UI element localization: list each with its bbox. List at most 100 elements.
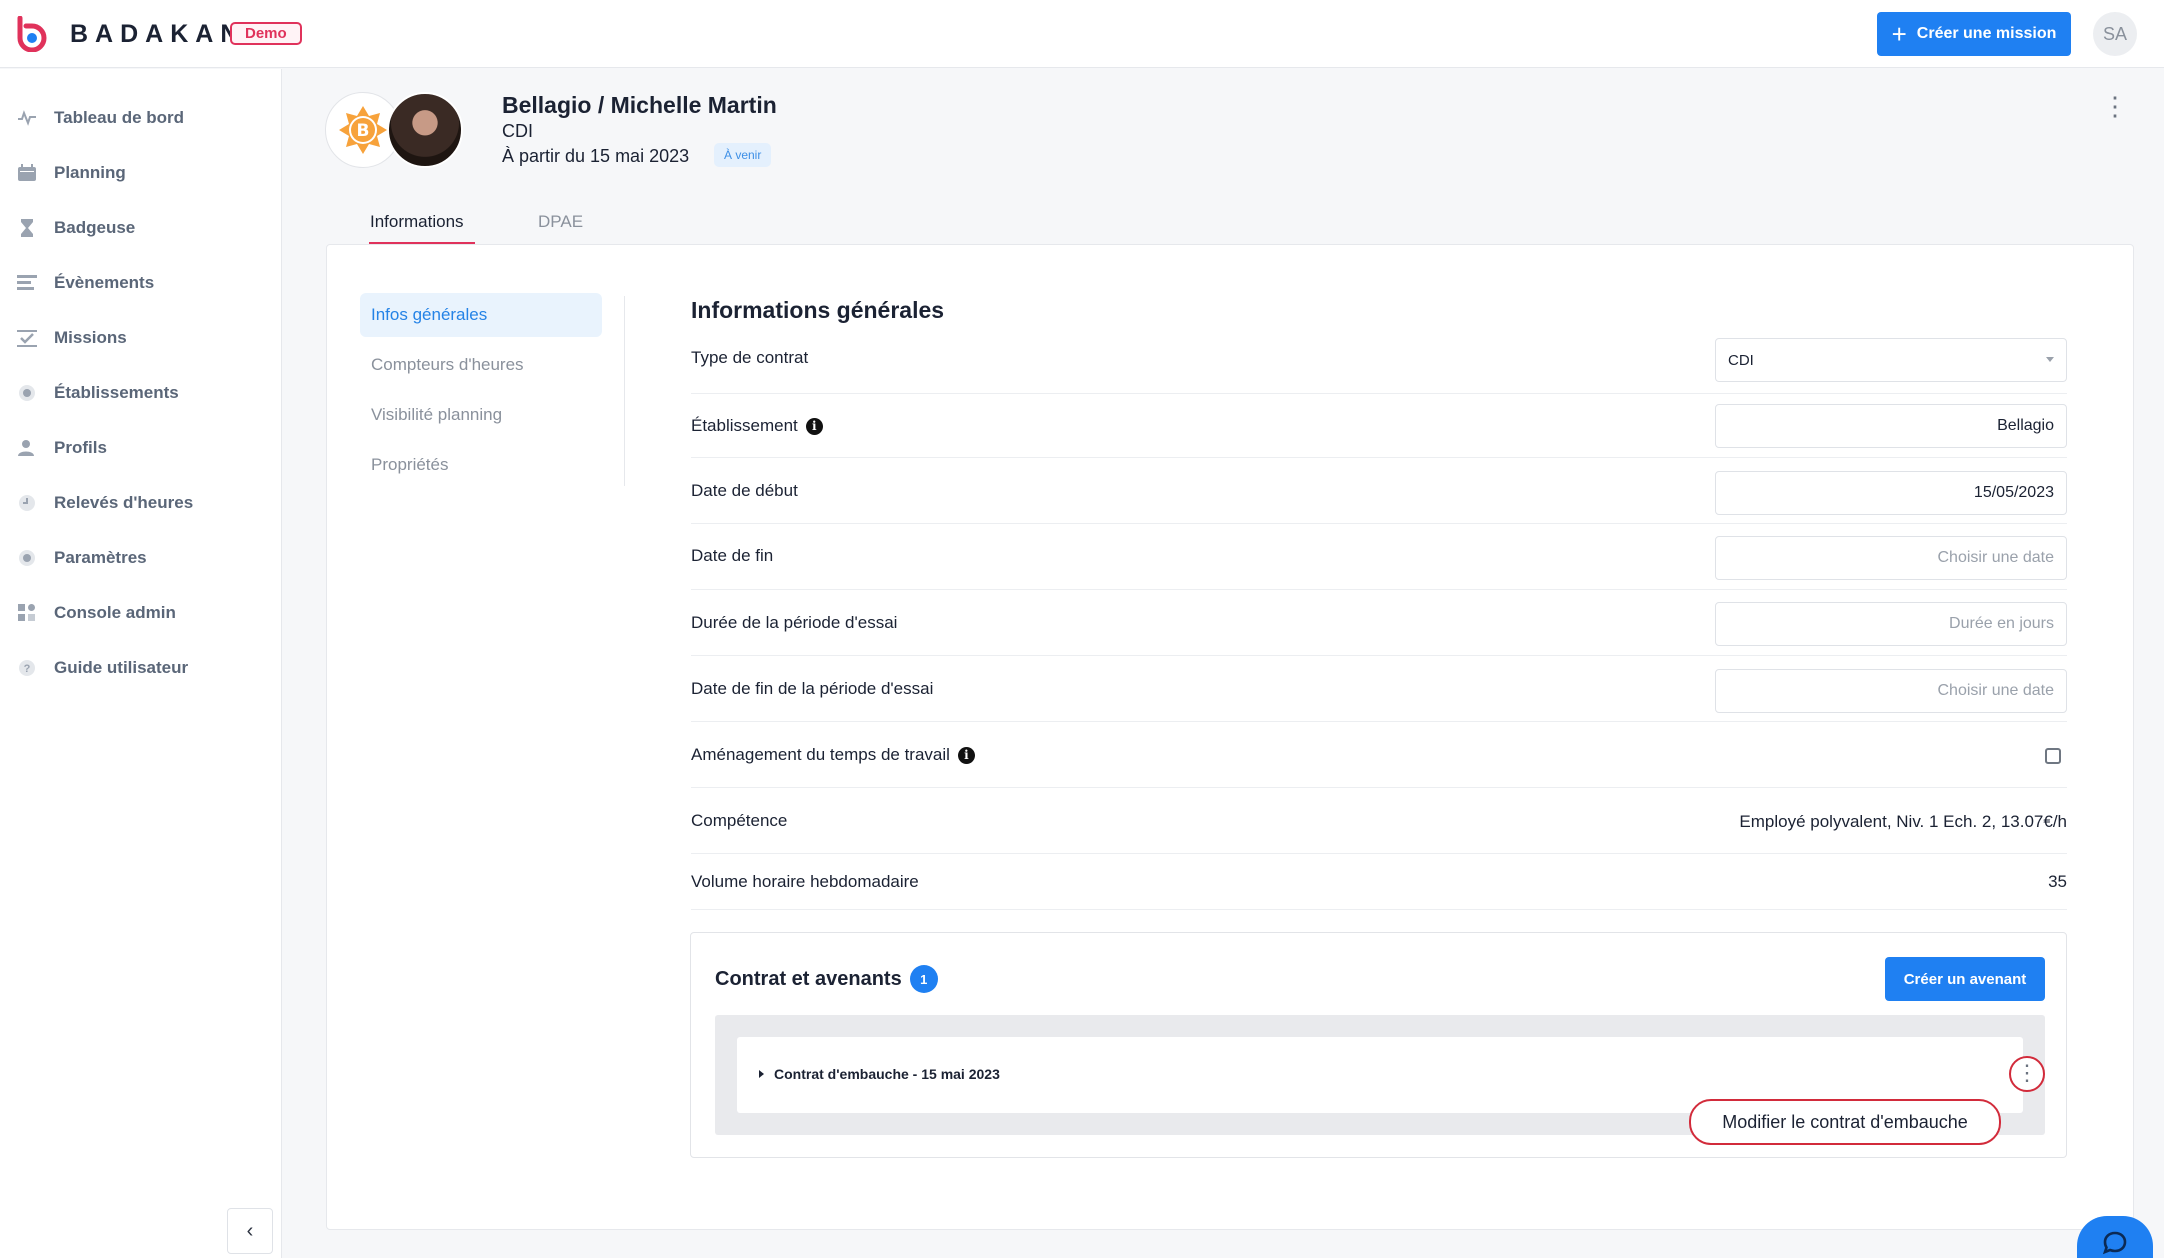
plus-icon: + — [1891, 19, 1907, 49]
sidebar-item-label: Missions — [54, 328, 127, 347]
sidebar-item-missions[interactable]: Missions — [16, 321, 127, 355]
collapse-sidebar-button[interactable]: ‹ — [227, 1208, 273, 1254]
establishment-label-text: Établissement — [691, 416, 798, 435]
chat-button[interactable] — [2077, 1216, 2153, 1258]
row-contract-type: Type de contrat CDI — [691, 336, 2067, 394]
contract-item-label[interactable]: Contrat d'embauche - 15 mai 2023 — [759, 1066, 1000, 1082]
subnav-item-planning-visibility[interactable]: Visibilité planning — [360, 393, 602, 437]
clock-icon — [16, 492, 38, 514]
sidebar-item-establishments[interactable]: Établissements — [16, 376, 179, 410]
brand-name: BADAKAN — [70, 20, 246, 48]
row-work-time: Aménagement du temps de travail i — [691, 722, 2067, 788]
row-trial-duration: Durée de la période d'essai Durée en jou… — [691, 590, 2067, 656]
sidebar-item-admin-console[interactable]: Console admin — [16, 596, 176, 630]
employee-avatar — [387, 92, 463, 168]
work-time-label: Aménagement du temps de travail i — [691, 745, 975, 765]
location-icon — [16, 382, 38, 404]
work-time-label-text: Aménagement du temps de travail — [691, 745, 950, 764]
contracts-title-text: Contrat et avenants — [715, 967, 902, 990]
sidebar-item-planning[interactable]: Planning — [16, 156, 126, 190]
sidebar: Tableau de bord Planning Badgeuse Évènem… — [0, 69, 282, 1258]
svg-text:?: ? — [24, 663, 31, 675]
sidebar-item-label: Relevés d'heures — [54, 493, 194, 512]
calendar-icon — [16, 162, 38, 184]
trial-end-label: Date de fin de la période d'essai — [691, 679, 934, 698]
trial-duration-field[interactable]: Durée en jours — [1715, 602, 2067, 646]
end-date-field[interactable]: Choisir une date — [1715, 536, 2067, 580]
create-mission-button[interactable]: + Créer une mission — [1877, 12, 2071, 56]
sidebar-item-profiles[interactable]: Profils — [16, 431, 107, 465]
row-skill: Compétence Employé polyvalent, Niv. 1 Ec… — [691, 788, 2067, 854]
sidebar-item-dashboard[interactable]: Tableau de bord — [16, 101, 184, 135]
contracts-count-badge: 1 — [909, 965, 938, 993]
list-icon — [16, 272, 38, 294]
sidebar-item-settings[interactable]: Paramètres — [16, 541, 147, 575]
sidebar-item-badgeuse[interactable]: Badgeuse — [16, 211, 135, 245]
top-bar: BADAKAN Demo + Créer une mission SA — [0, 0, 2164, 68]
sidebar-item-events[interactable]: Évènements — [16, 266, 154, 300]
contract-type-label: Type de contrat — [691, 348, 809, 367]
divider — [624, 296, 625, 486]
employee-contract-type: CDI — [502, 121, 533, 141]
contract-type-select[interactable]: CDI — [1715, 338, 2067, 382]
row-trial-end: Date de fin de la période d'essai Choisi… — [691, 656, 2067, 722]
tab-dpae[interactable]: DPAE — [538, 212, 583, 232]
establishment-label: Établissement i — [691, 416, 823, 436]
weekly-hours-value: 35 — [2048, 872, 2067, 891]
sidebar-item-label: Évènements — [54, 273, 155, 292]
work-time-checkbox[interactable] — [2045, 748, 2061, 764]
row-weekly-hours: Volume horaire hebdomadaire 35 — [691, 854, 2067, 910]
activity-icon — [16, 107, 38, 129]
subnav-item-hour-counters[interactable]: Compteurs d'heures — [360, 343, 602, 387]
chevron-down-icon — [2046, 357, 2054, 362]
chat-bubble-icon — [2102, 1231, 2127, 1255]
skill-value: Employé polyvalent, Niv. 1 Ech. 2, 13.07… — [1739, 812, 2067, 831]
sidebar-item-label: Planning — [54, 163, 126, 182]
end-date-label: Date de fin — [691, 546, 774, 565]
edit-contract-menu-item[interactable]: Modifier le contrat d'embauche — [1689, 1099, 2001, 1145]
start-date-field[interactable]: 15/05/2023 — [1715, 471, 2067, 515]
trial-end-field[interactable]: Choisir une date — [1715, 669, 2067, 713]
info-icon[interactable]: i — [805, 417, 823, 435]
help-icon: ? — [16, 657, 38, 679]
contract-type-value: CDI — [1728, 351, 1754, 369]
row-establishment: Établissement i Bellagio — [691, 394, 2067, 458]
svg-text:B: B — [357, 121, 370, 141]
checklist-icon — [16, 327, 38, 349]
more-options-icon[interactable]: ⋮ — [2009, 1056, 2045, 1092]
status-badge: À venir — [714, 143, 772, 167]
caret-right-icon — [759, 1070, 764, 1078]
chevron-left-icon: ‹ — [246, 1219, 254, 1242]
info-icon[interactable]: i — [957, 746, 975, 764]
sidebar-item-timesheets[interactable]: Relevés d'heures — [16, 486, 193, 520]
create-mission-label: Créer une mission — [1916, 25, 2057, 42]
trial-duration-label: Durée de la période d'essai — [691, 613, 898, 632]
contracts-title: Contrat et avenants 1 — [715, 965, 938, 993]
employee-name: Bellagio / Michelle Martin — [502, 92, 777, 118]
bitcoin-icon: B — [339, 106, 387, 154]
create-amendment-button[interactable]: Créer un avenant — [1885, 957, 2045, 1001]
sidebar-item-user-guide[interactable]: ? Guide utilisateur — [16, 651, 188, 685]
weekly-hours-label: Volume horaire hebdomadaire — [691, 872, 919, 891]
row-end-date: Date de fin Choisir une date — [691, 524, 2067, 590]
subnav-item-general-info[interactable]: Infos générales — [360, 293, 602, 337]
more-options-icon[interactable]: ⋮ — [2102, 90, 2128, 122]
establishment-field[interactable]: Bellagio — [1715, 404, 2067, 448]
hourglass-icon — [16, 217, 38, 239]
tab-informations[interactable]: Informations — [370, 212, 464, 232]
row-start-date: Date de début 15/05/2023 — [691, 458, 2067, 524]
contract-item-text: Contrat d'embauche - 15 mai 2023 — [774, 1066, 1000, 1082]
start-date-label: Date de début — [691, 481, 798, 500]
employee-start-date: À partir du 15 mai 2023 — [502, 146, 690, 166]
skill-label: Compétence — [691, 811, 788, 830]
section-title: Informations générales — [691, 297, 945, 323]
sidebar-item-label: Badgeuse — [54, 218, 136, 237]
subnav-item-properties[interactable]: Propriétés — [360, 443, 602, 487]
sidebar-item-label: Paramètres — [54, 548, 147, 567]
users-icon — [16, 437, 38, 459]
user-avatar[interactable]: SA — [2093, 12, 2137, 56]
grid-icon — [16, 602, 38, 624]
sidebar-item-label: Établissements — [54, 383, 179, 402]
badakan-logo-icon[interactable] — [14, 16, 50, 52]
sidebar-item-label: Profils — [54, 438, 107, 457]
